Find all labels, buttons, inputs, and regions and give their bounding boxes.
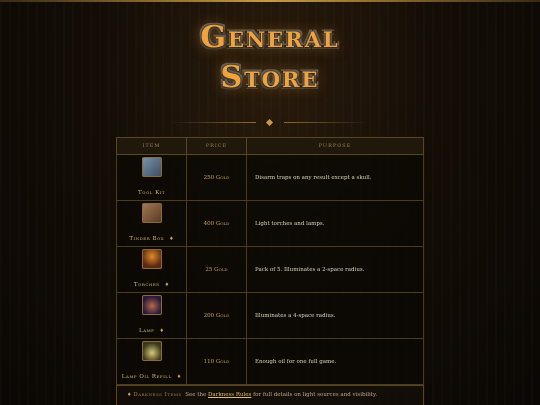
item-price: 400 Gold [186, 200, 247, 247]
table-row: Tinder Box ♦ 400 Gold Light torches and … [116, 200, 424, 247]
item-price: 200 Gold [186, 292, 247, 339]
title-line-1: General [200, 20, 340, 55]
item-purpose: Pack of 5. Illuminates a 2-space radius. [246, 246, 424, 293]
item-price: 250 Gold [186, 154, 247, 201]
item-price: 110 Gold [186, 338, 247, 385]
table-row: Lamp Oil Refill ♦ 110 Gold Enough oil fo… [116, 338, 424, 385]
diamond-icon [265, 118, 274, 127]
item-name[interactable]: Lamp Oil Refill [122, 374, 172, 380]
darkness-marker-icon: ♦ [164, 282, 170, 288]
top-border [0, 0, 540, 2]
table-row: Torches ♦ 25 Gold Pack of 5. Illuminates… [116, 246, 424, 293]
table-row: Tool Kit 250 Gold Disarm traps on any re… [116, 154, 424, 201]
title-line-2: Store [220, 60, 320, 95]
item-name[interactable]: Torches [134, 282, 160, 288]
darkness-rules-link[interactable]: Darkness Rules [208, 392, 251, 398]
header-item: Item [116, 137, 187, 155]
torches-icon [141, 249, 162, 269]
header-price: Price [186, 137, 247, 155]
darkness-items-note: ♦ Darkness Items See the Darkness Rules … [116, 385, 424, 405]
item-name[interactable]: Lamp [139, 328, 154, 334]
darkness-marker-icon: ♦ [169, 236, 174, 242]
darkness-marker-icon: ♦ [176, 374, 182, 380]
note-marker-icon: ♦ [127, 392, 132, 398]
table-row: Lamp ♦ 200 Gold Illuminates a 4-space ra… [116, 292, 424, 339]
lamp-icon [141, 295, 162, 315]
item-purpose: Light torches and lamps. [246, 200, 424, 247]
darkness-marker-icon: ♦ [159, 328, 164, 334]
note-text-after: for full details on light sources and vi… [253, 392, 378, 398]
store-table: Item Price Purpose Tool Kit 250 Gold Dis… [116, 137, 424, 385]
title-divider [170, 118, 370, 127]
item-purpose: Illuminates a 4-space radius. [246, 292, 424, 339]
item-name[interactable]: Tool Kit [138, 190, 165, 196]
tinder-box-icon [141, 203, 162, 223]
lamp-oil-refill-icon [141, 341, 162, 361]
item-price: 25 Gold [186, 246, 247, 293]
note-text-before: See the [185, 392, 207, 398]
tool-kit-icon [141, 157, 162, 177]
note-label: Darkness Items [133, 392, 182, 398]
header-purpose: Purpose [246, 137, 424, 155]
item-purpose: Disarm traps on any result except a skul… [246, 154, 424, 201]
page-title: General Store [0, 18, 540, 98]
item-name[interactable]: Tinder Box [129, 236, 164, 242]
item-purpose: Enough oil for one full game. [246, 338, 424, 385]
